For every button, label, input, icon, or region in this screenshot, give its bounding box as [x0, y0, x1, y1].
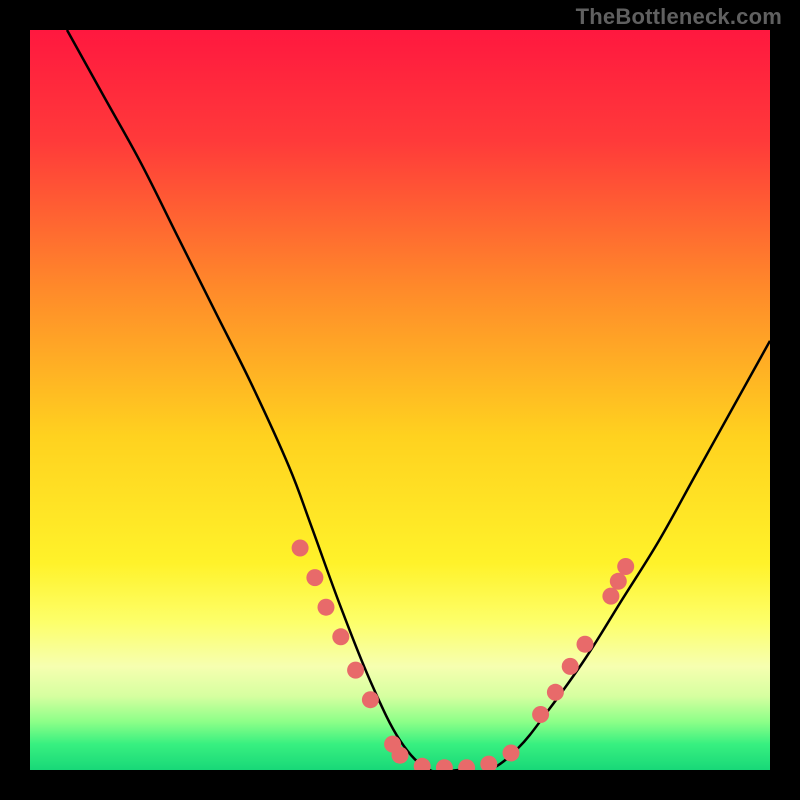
curve-marker — [547, 684, 564, 701]
curve-marker — [562, 658, 579, 675]
frame-edge — [0, 0, 30, 800]
bottleneck-chart — [0, 0, 800, 800]
curve-marker — [347, 662, 364, 679]
chart-frame: TheBottleneck.com — [0, 0, 800, 800]
curve-marker — [532, 706, 549, 723]
curve-marker — [610, 573, 627, 590]
curve-marker — [292, 540, 309, 557]
curve-marker — [332, 628, 349, 645]
watermark-text: TheBottleneck.com — [576, 4, 782, 30]
curve-marker — [318, 599, 335, 616]
curve-marker — [392, 747, 409, 764]
curve-marker — [362, 691, 379, 708]
curve-marker — [602, 588, 619, 605]
curve-marker — [577, 636, 594, 653]
frame-edge — [770, 0, 800, 800]
curve-marker — [503, 744, 520, 761]
curve-marker — [306, 569, 323, 586]
frame-edge — [0, 770, 800, 800]
plot-background — [30, 30, 770, 770]
curve-marker — [617, 558, 634, 575]
